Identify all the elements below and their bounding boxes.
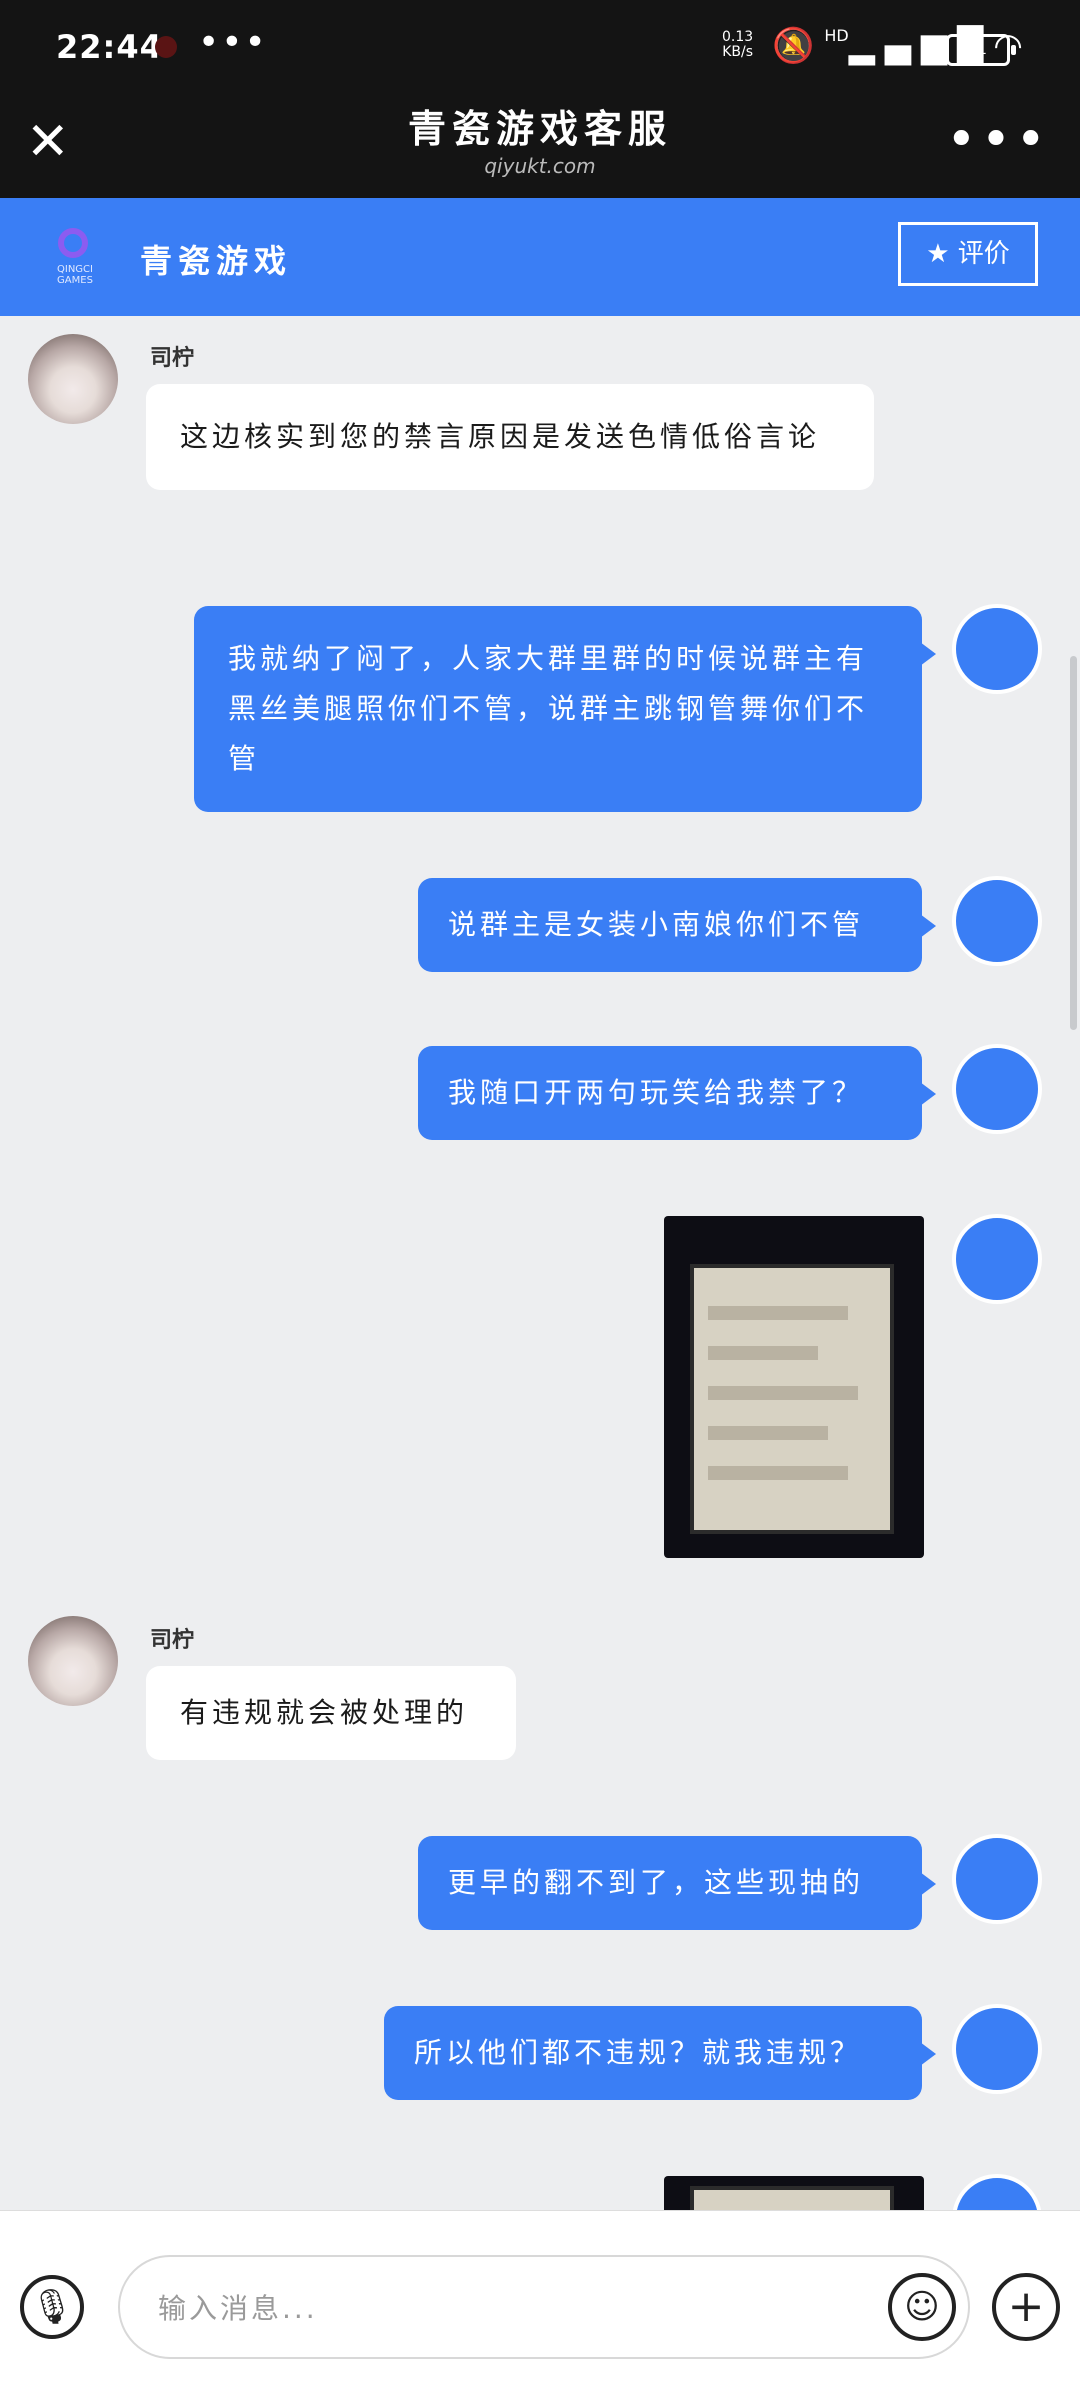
user-avatar[interactable] <box>952 1044 1042 1134</box>
status-time: 22:44 <box>56 28 163 66</box>
message-bubble[interactable]: 所以他们都不违规？就我违规？ <box>384 2006 936 2100</box>
message-bubble[interactable]: 说群主是女装小南娘你们不管 <box>418 878 936 972</box>
message-field[interactable] <box>118 2255 970 2359</box>
user-avatar[interactable] <box>952 604 1042 694</box>
user-avatar[interactable] <box>952 2174 1042 2210</box>
user-avatar[interactable] <box>952 1834 1042 1924</box>
rate-label: 评价 <box>957 239 1010 269</box>
emoji-icon[interactable]: ☺ <box>888 2273 956 2341</box>
photo-row <box>708 1466 848 1480</box>
app-notification-icon <box>155 36 177 58</box>
title-bar: ✕ 青瓷游戏客服 qiyukt.com ••• <box>0 96 1080 198</box>
mic-icon[interactable]: 🎙 <box>20 2275 84 2339</box>
scrollbar[interactable] <box>1070 656 1077 1030</box>
more-options-icon[interactable]: ••• <box>946 110 1050 170</box>
photo-row <box>708 1386 858 1400</box>
image-attachment[interactable] <box>664 1216 924 1558</box>
message-bubble[interactable]: 我随口开两句玩笑给我禁了？ <box>418 1046 936 1140</box>
photo-row <box>708 1426 828 1440</box>
page-title: 青瓷游戏客服 <box>407 107 672 151</box>
chat-area[interactable]: 司柠 这边核实到您的禁言原因是发送色情低俗言论 我就纳了闷了，人家大群里群的时候… <box>0 316 1080 2210</box>
user-avatar[interactable] <box>952 1214 1042 1304</box>
logo-q-icon <box>58 228 88 258</box>
message-input[interactable] <box>156 2285 860 2331</box>
page-subtitle: qiyukt.com <box>484 154 596 178</box>
status-bar: 22:44 ••• 0.13 KB/s 🔕HD▂▄▆█◠ 31 <box>0 0 1080 96</box>
network-speed: 0.13 KB/s <box>722 29 754 60</box>
message-bubble[interactable]: 这边核实到您的禁言原因是发送色情低俗言论 <box>146 384 874 490</box>
photo-row <box>708 1306 848 1320</box>
agent-avatar[interactable] <box>28 334 118 424</box>
brand-name: 青瓷游戏 <box>140 242 293 280</box>
user-avatar[interactable] <box>952 876 1042 966</box>
brand-bar: QINGCI GAMES 青瓷游戏 ★ 评价 <box>0 198 1080 316</box>
star-icon: ★ <box>926 239 950 269</box>
battery-icon: 31 <box>946 34 1016 66</box>
rate-button[interactable]: ★ 评价 <box>898 222 1038 286</box>
mute-icon: 🔕 <box>772 26 825 66</box>
message-bubble[interactable]: 更早的翻不到了，这些现抽的 <box>418 1836 936 1930</box>
input-bar: 🎙 ☺ + <box>0 2210 1080 2401</box>
agent-avatar[interactable] <box>28 1616 118 1706</box>
sender-name: 司柠 <box>150 346 195 371</box>
network-type: HD <box>824 26 849 45</box>
plus-icon[interactable]: + <box>992 2273 1060 2341</box>
message-bubble[interactable]: 我就纳了闷了，人家大群里群的时候说群主有黑丝美腿照你们不管，说群主跳钢管舞你们不… <box>194 606 936 812</box>
user-avatar[interactable] <box>952 2004 1042 2094</box>
brand-logo: QINGCI GAMES <box>44 228 106 286</box>
photo-screen <box>690 2186 894 2210</box>
image-attachment[interactable] <box>664 2176 924 2210</box>
more-notifications-icon: ••• <box>198 22 268 63</box>
photo-row <box>708 1346 818 1360</box>
logo-text: QINGCI GAMES <box>57 264 93 286</box>
sender-name: 司柠 <box>150 1628 195 1653</box>
message-bubble[interactable]: 有违规就会被处理的 <box>146 1666 516 1760</box>
